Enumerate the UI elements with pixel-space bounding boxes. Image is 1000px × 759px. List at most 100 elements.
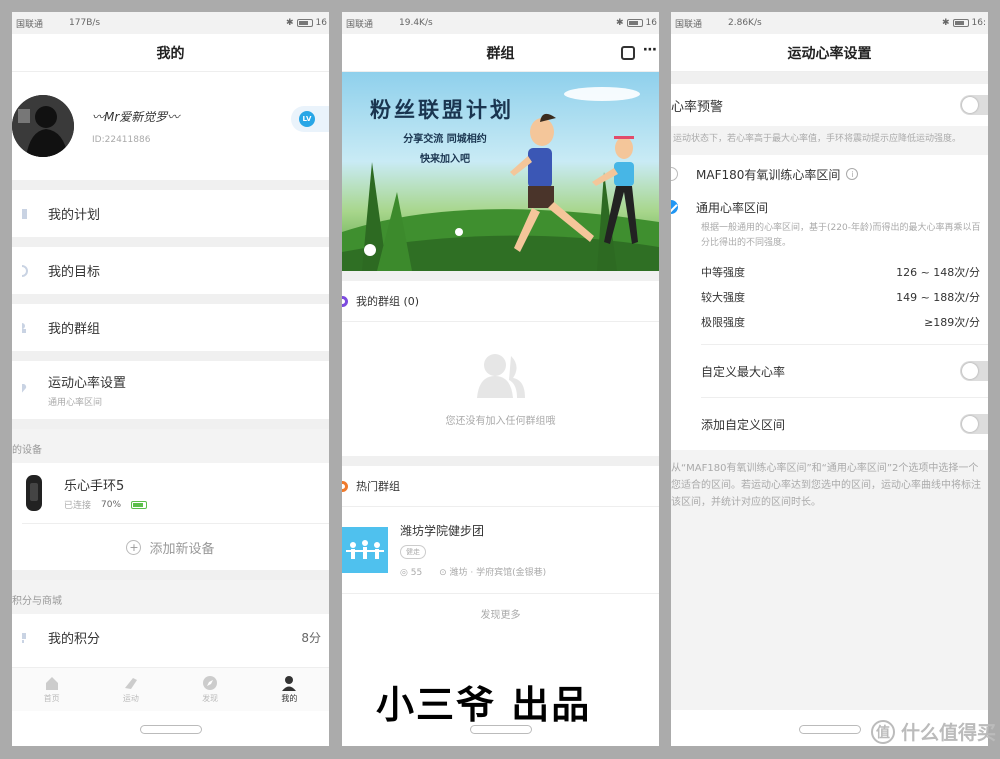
zone-value: ≥189次/分 (924, 315, 980, 329)
footnote-text: 从“MAF180有氧训练心率区间”和“通用心率区间”2个选项中选择一个您适合的区… (671, 463, 981, 508)
title-text: 群组 (486, 45, 515, 62)
menu-label: 运动心率设置 (48, 376, 127, 391)
avatar[interactable] (12, 95, 74, 157)
device-row[interactable]: 乐心手环5 已连接 70% (12, 463, 329, 523)
radio-general-checked[interactable] (671, 200, 678, 214)
members-icon: ◎ (400, 568, 408, 578)
menu-item-goal[interactable]: 我的目标 (12, 247, 329, 294)
group-tag: 健走 (400, 545, 426, 559)
purple-dot-icon (342, 295, 348, 307)
menu-sublabel: 通用心率区间 (48, 398, 103, 408)
menu-label: 我的计划 (48, 208, 101, 223)
screen-groups: 国联通 19.4K/s ✱ 16 群组 ⋯ 粉丝联盟计划 分享交流 同城相约 快… (342, 12, 659, 746)
tab-label: 我的 (281, 694, 298, 703)
bluetooth-icon: ✱ (286, 18, 294, 28)
hot-groups-header: 热门群组 (342, 466, 659, 506)
battery-icon (626, 19, 643, 27)
profile-card[interactable]: 〰Mr爱新觉罗〰 ID:22411886 LV (12, 72, 329, 180)
option-maf[interactable]: MAF180有氧训练心率区间 i (671, 155, 988, 193)
hr-alert-desc-box: 运动状态下，若心率高于最大心率值，手环将震动提示应降低运动强度。 (671, 126, 988, 155)
menu-item-heart-rate[interactable]: 运动心率设置 通用心率区间 (12, 361, 329, 419)
bluetooth-icon: ✱ (941, 18, 950, 28)
promo-banner[interactable]: 粉丝联盟计划 分享交流 同城相约 快来加入吧 (342, 72, 659, 271)
tab-sport[interactable]: 运动 (91, 668, 170, 711)
points-value: 8分 (301, 631, 321, 645)
status-bar: 国联通 19.4K/s ✱ 16 (342, 12, 659, 34)
custom-max-row: 自定义最大心率 (671, 345, 988, 397)
info-icon[interactable]: i (846, 168, 859, 180)
page-title: 运动心率设置 (671, 34, 988, 72)
clipboard-icon (22, 208, 27, 219)
menu-label: 我的群组 (48, 322, 101, 337)
device-name: 乐心手环5 (64, 479, 125, 494)
radio-maf[interactable] (671, 167, 678, 181)
scan-icon[interactable] (621, 46, 635, 60)
zone-moderate: 中等强度 126 ~ 148次/分 (671, 259, 988, 284)
status-bar: 国联通 177B/s ✱ 16 (12, 12, 329, 34)
option-general-label: 通用心率区间 (696, 200, 769, 215)
hr-alert-description: 运动状态下，若心率高于最大心率值，手环将震动提示应降低运动强度。 (673, 134, 962, 144)
tab-me[interactable]: 我的 (250, 668, 329, 711)
group-location: 潍坊 · 学府宾馆(金银巷) (449, 568, 547, 578)
devices-section-label: 的设备 (12, 429, 329, 463)
carrier-text: 国联通 (675, 19, 703, 30)
net-speed: 2.86K/s (728, 18, 762, 28)
home-indicator[interactable] (798, 725, 861, 734)
screen-heart-rate-settings: 国联通 2.86K/s ✱ 16: 运动心率设置 心率预警 运动状态下，若心率高于… (671, 12, 988, 746)
general-description: 根据一般通用的心率区间，基于(220-年龄)而得出的最大心率再乘以百分比得出的不… (701, 223, 981, 248)
custom-max-label: 自定义最大心率 (701, 364, 786, 379)
custom-max-toggle[interactable] (960, 361, 988, 381)
author-watermark: 小三爷 出品 (376, 683, 592, 727)
tab-discover[interactable]: 发现 (171, 668, 250, 711)
hr-alert-toggle[interactable] (960, 95, 988, 115)
shoe-icon (124, 678, 137, 689)
trophy-icon (22, 632, 26, 643)
tab-label: 运动 (122, 694, 139, 703)
device-status: 已连接 (64, 501, 92, 511)
site-watermark-text: 什么值得买 (900, 722, 996, 744)
battery-icon (952, 19, 969, 27)
group-thumbnail (342, 527, 388, 573)
add-device-button[interactable]: + 添加新设备 (12, 524, 329, 570)
user-id: ID:22411886 (92, 134, 151, 145)
username: 〰Mr爱新觉罗〰 (92, 109, 180, 124)
zone-value: 126 ~ 148次/分 (896, 265, 980, 279)
band-icon (26, 475, 42, 511)
level-text: LV (299, 111, 315, 127)
add-device-label: 添加新设备 (149, 541, 215, 557)
discover-more-link[interactable]: 发现更多 (342, 593, 659, 633)
status-bar: 国联通 2.86K/s ✱ 16: (671, 12, 988, 34)
net-speed: 19.4K/s (399, 18, 433, 28)
site-watermark: 值 什么值得买 (870, 718, 996, 745)
hr-alert-row: 心率预警 (671, 84, 988, 126)
add-custom-row: 添加自定义区间 (671, 398, 988, 450)
battery-icon (296, 19, 313, 27)
screen-profile: 国联通 177B/s ✱ 16 我的 〰Mr爱新觉罗〰 ID:22411886 L… (12, 12, 329, 746)
tab-label: 发现 (202, 694, 219, 703)
page-title: 群组 ⋯ (342, 34, 659, 72)
home-indicator[interactable] (139, 725, 202, 734)
points-row[interactable]: 我的积分 8分 (12, 614, 329, 661)
group-members: 55 (410, 568, 423, 578)
menu-item-groups[interactable]: 我的群组 (12, 304, 329, 351)
add-custom-toggle[interactable] (960, 414, 988, 434)
option-general[interactable]: 通用心率区间 (671, 193, 988, 221)
zone-vigorous: 较大强度 149 ~ 188次/分 (671, 284, 988, 309)
empty-text: 您还没有加入任何群组哦 (445, 415, 556, 427)
compass-icon (203, 676, 218, 690)
bottom-tab-bar: 首页 运动 发现 我的 (12, 667, 329, 711)
menu-item-plan[interactable]: 我的计划 (12, 190, 329, 237)
group-list-item[interactable]: 潍坊学院健步团 健走 ◎ 55 ⊙ 潍坊 · 学府宾馆(金银巷) (342, 507, 659, 593)
banner-headline: 粉丝联盟计划 (370, 98, 514, 122)
tab-home[interactable]: 首页 (12, 668, 91, 711)
level-badge[interactable]: LV (291, 106, 329, 132)
page-title: 我的 (12, 34, 329, 72)
orange-dot-icon (342, 480, 348, 492)
hr-alert-label: 心率预警 (671, 99, 724, 115)
clock: 16 (645, 18, 657, 28)
zone-label: 极限强度 (701, 315, 745, 329)
group-name: 潍坊学院健步团 (400, 524, 485, 538)
target-icon (22, 264, 28, 277)
more-icon[interactable]: ⋯ (643, 42, 657, 58)
empty-state: 您还没有加入任何群组哦 (342, 322, 659, 456)
